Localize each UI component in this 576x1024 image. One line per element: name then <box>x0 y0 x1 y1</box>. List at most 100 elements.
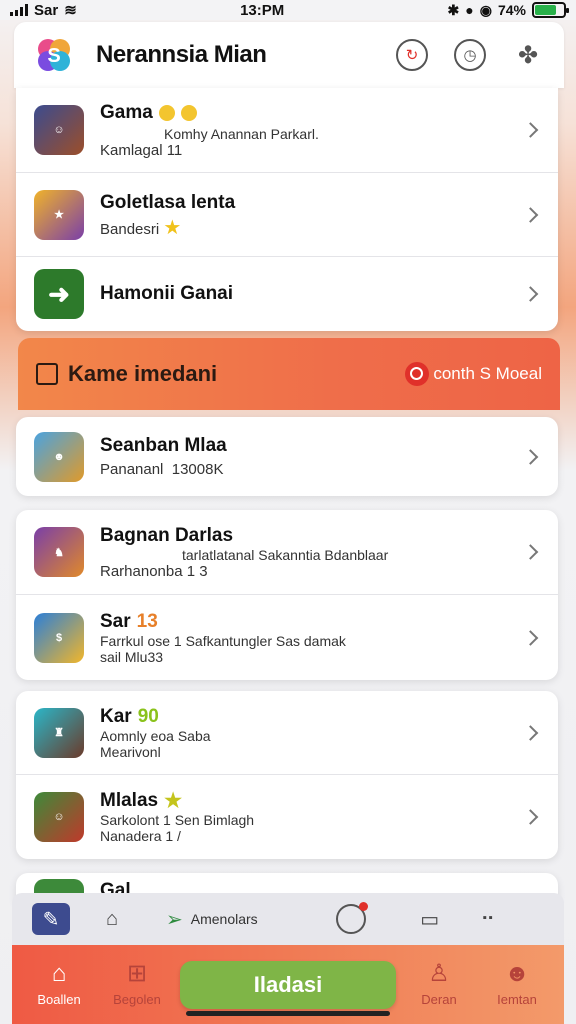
row-subtitle: Bandesri ★ <box>100 218 558 238</box>
row-title: Goletlasa lenta <box>100 191 236 213</box>
search-icon <box>405 362 430 386</box>
game-list-section-1: ☺ Gama Komhy Anannan Parkarl. Kamlagal 1… <box>16 88 558 331</box>
row-text: Seanban Mlaa Panananl 13008K <box>100 435 558 478</box>
row-subtitle: Mearivonl <box>100 743 161 760</box>
row-description: tarlatlatanal Sakanntia Bdanblaar <box>182 546 389 563</box>
location-icon: ◉ <box>479 1 492 18</box>
house-icon: ⌂ <box>105 907 119 930</box>
history-button[interactable]: ◷ <box>454 39 486 71</box>
row-title: Bagnan Darlas <box>100 524 234 546</box>
clock-time: 13:PM <box>240 1 285 19</box>
nav-item-home[interactable]: ⌂ Boallen <box>24 960 94 1008</box>
game-thumbnail-icon: $ <box>34 612 84 663</box>
refresh-button[interactable]: ↻ <box>396 39 428 71</box>
clock-icon: ◷ <box>463 47 477 64</box>
home-indicator <box>186 1011 390 1016</box>
primary-action-button[interactable]: Iladasi <box>180 960 396 1009</box>
bluetooth-icon: ✱ <box>447 1 460 18</box>
nav-item-chef[interactable]: ♙ Deran <box>404 960 474 1008</box>
nav-item-profile[interactable]: ☻ Iemtan <box>482 960 552 1008</box>
row-title-text: Gama <box>100 101 153 123</box>
wifi-icon: ≋ <box>64 2 77 19</box>
row-description: Aomnly eoa Saba <box>100 727 211 744</box>
profile-icon: ☻ <box>504 960 530 987</box>
row-title-text: Sar <box>100 610 131 632</box>
row-title: Gama <box>100 102 558 124</box>
more-button[interactable]: ⠒ <box>468 901 508 937</box>
nav-label: Begolen <box>113 992 161 1007</box>
badge-icon: ★ <box>164 790 183 812</box>
row-title: Hamonii Ganai <box>100 283 234 304</box>
banner-search-button[interactable]: conth S Moeal <box>405 362 542 386</box>
row-subtitle: sail Mlu33 <box>100 648 164 665</box>
game-list-section-2: ☻ Seanban Mlaa Panananl 13008K <box>16 417 558 496</box>
bag-icon: ⊞ <box>126 960 148 987</box>
row-title-text: Mlalas <box>100 790 159 811</box>
app-logo-icon: S <box>38 39 70 71</box>
row-value: 13008K <box>171 461 224 478</box>
check-button[interactable] <box>335 902 368 934</box>
list-item[interactable]: ☺ Gama Komhy Anannan Parkarl. Kamlagal 1… <box>16 88 558 173</box>
game-thumbnail-icon: ☺ <box>34 105 84 155</box>
row-title: Sar 13 <box>100 611 558 633</box>
toolbar: ✎ ⌂ ➢ Amenolars ▭ ⠒ <box>12 893 564 945</box>
list-item[interactable]: ★ Goletlasa lenta Bandesri ★ <box>16 173 558 257</box>
nav-label: Deran <box>421 992 457 1007</box>
play-thumbnail-icon: ➜ <box>34 269 84 319</box>
chef-icon: ♙ <box>428 960 450 987</box>
game-thumbnail-icon: ♜ <box>34 707 84 758</box>
row-subtitle: Rarhanonba 1 3 <box>100 562 208 580</box>
game-thumbnail-icon: ★ <box>34 189 84 240</box>
page-title: Nerannsia Mian <box>96 41 267 68</box>
emoji-icon <box>158 104 175 121</box>
battery-icon <box>532 2 569 18</box>
row-text: Goletlasa lenta Bandesri ★ <box>100 192 558 238</box>
row-text: Kar 90 Aomnly eoa Saba Mearivonl <box>100 706 558 760</box>
signal-icon <box>10 4 28 16</box>
carrier-label: Sar <box>34 1 59 19</box>
row-text: Mlalas ★ Sarkolont 1 Sen Bimlagh Nanader… <box>100 790 558 844</box>
status-right: ✱ ● ◉ 74% <box>447 1 569 19</box>
tablet-button[interactable]: ▭ <box>410 901 450 937</box>
status-left: Sar ≋ <box>10 1 77 19</box>
row-description: Farrkul ose 1 Safkantungler Sas damak <box>100 632 346 649</box>
list-item[interactable]: $ Sar 13 Farrkul ose 1 Safkantungler Sas… <box>16 595 558 680</box>
tablet-icon: ▭ <box>420 908 440 931</box>
nav-label: Iemtan <box>497 992 537 1007</box>
row-description: Sarkolont 1 Sen Bimlagh <box>100 812 255 828</box>
nav-label: Boallen <box>37 992 81 1007</box>
featured-banner: Kame imedani conth S Moeal <box>18 338 560 410</box>
nav-item-bag[interactable]: ⊞ Begolen <box>102 960 172 1008</box>
status-bar: Sar ≋ 13:PM ✱ ● ◉ 74% <box>0 0 576 20</box>
game-thumbnail-icon: ☻ <box>34 431 84 482</box>
list-item[interactable]: ♞ Bagnan Darlas tarlatlatanal Sakanntia … <box>16 510 558 595</box>
dots-icon: ⠒ <box>480 908 496 931</box>
list-item[interactable]: ☺ Mlalas ★ Sarkolont 1 Sen Bimlagh Nanad… <box>16 775 558 859</box>
list-item[interactable]: ➜ Hamonii Ganai <box>16 257 558 331</box>
home-tool-button[interactable]: ⌂ <box>92 901 132 937</box>
row-title: Seanban Mlaa <box>100 435 227 456</box>
row-text: Bagnan Darlas tarlatlatanal Sakanntia Bd… <box>100 525 558 580</box>
banner-title: Kame imedani <box>68 361 218 386</box>
row-title: Kar 90 <box>100 706 558 728</box>
star-icon: ★ <box>163 216 182 239</box>
game-list-section-4: ♜ Kar 90 Aomnly eoa Saba Mearivonl ☺ Mla… <box>16 691 558 859</box>
alarm-icon: ● <box>465 2 474 18</box>
home-icon: ⌂ <box>51 960 67 987</box>
row-subtitle-text: Bandesri <box>100 220 160 238</box>
row-title-text: Kar <box>100 705 132 727</box>
draw-tool-button[interactable]: ✎ <box>32 903 70 935</box>
row-title: Mlalas ★ <box>100 790 558 812</box>
emoji-icon <box>180 104 197 121</box>
banner-action-label: conth S Moeal <box>433 364 542 383</box>
list-item[interactable]: ♜ Kar 90 Aomnly eoa Saba Mearivonl <box>16 691 558 775</box>
row-description: Komhy Anannan Parkarl. <box>164 125 319 142</box>
list-item[interactable]: ☻ Seanban Mlaa Panananl 13008K <box>16 417 558 496</box>
game-thumbnail-icon: ♞ <box>34 527 84 577</box>
game-list-section-3: ♞ Bagnan Darlas tarlatlatanal Sakanntia … <box>16 510 558 680</box>
pen-icon: ✎ <box>42 908 60 931</box>
battery-fill <box>535 5 556 15</box>
extensions-button[interactable]: ✤ <box>512 39 544 71</box>
row-subtitle: Nanadera 1 / <box>100 828 181 844</box>
send-control[interactable]: ➢ Amenolars <box>166 907 258 932</box>
